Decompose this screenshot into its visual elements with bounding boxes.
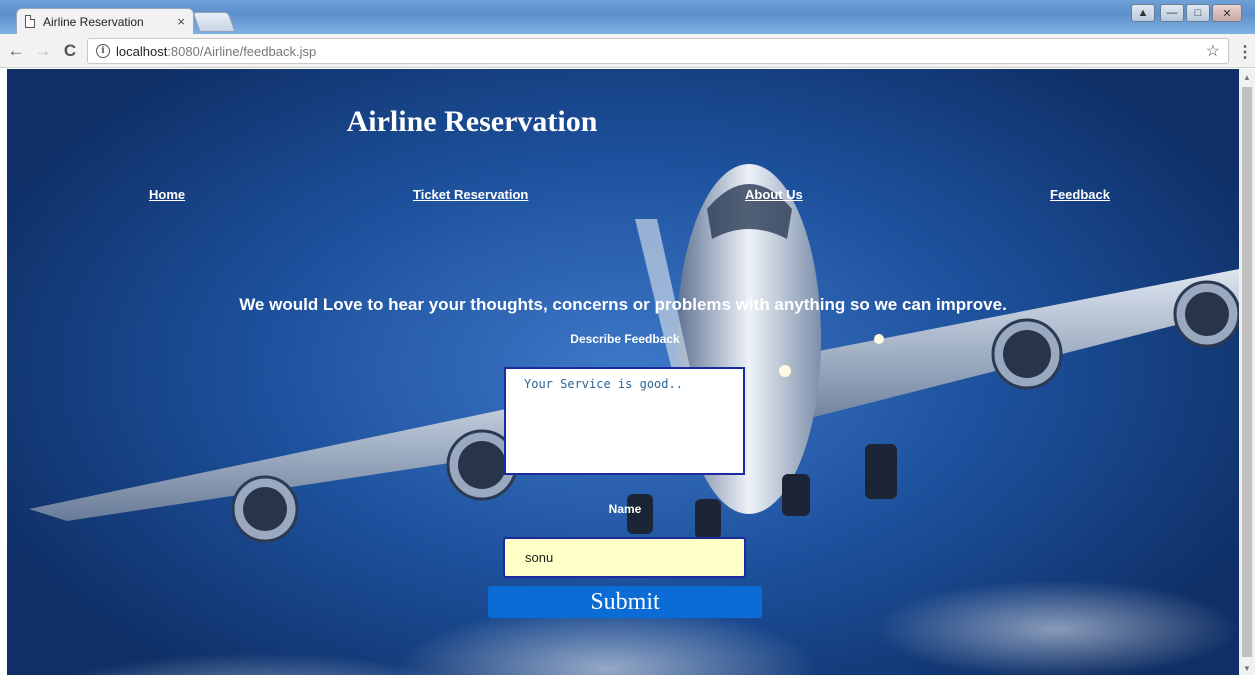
site-title: Airline Reservation bbox=[346, 105, 598, 138]
minimize-icon[interactable]: — bbox=[1160, 4, 1184, 22]
address-bar[interactable]: i localhost:8080/Airline/feedback.jsp ☆ bbox=[87, 38, 1229, 64]
new-tab-button[interactable] bbox=[192, 12, 236, 32]
nav-home-link[interactable]: Home bbox=[149, 187, 185, 202]
tab-close-icon[interactable]: × bbox=[177, 14, 185, 29]
bookmark-star-icon[interactable]: ☆ bbox=[1206, 41, 1220, 61]
browser-toolbar: ← → C i localhost:8080/Airline/feedback.… bbox=[0, 34, 1255, 68]
browser-titlebar: Airline Reservation × ▲ — □ ✕ bbox=[0, 0, 1255, 34]
back-icon[interactable]: ← bbox=[5, 41, 27, 61]
page-scrollbar[interactable]: ▲ ▼ bbox=[1239, 69, 1255, 675]
tab-title: Airline Reservation bbox=[43, 14, 144, 29]
name-input[interactable] bbox=[503, 537, 746, 578]
intro-text: We would Love to hear your thoughts, con… bbox=[239, 295, 1007, 314]
page-icon bbox=[25, 15, 35, 28]
close-window-icon[interactable]: ✕ bbox=[1212, 4, 1242, 22]
browser-menu-icon[interactable]: ⋮ bbox=[1237, 42, 1253, 62]
feedback-label: Describe Feedback bbox=[570, 332, 680, 346]
browser-tab[interactable]: Airline Reservation × bbox=[16, 8, 194, 34]
feedback-textarea[interactable]: Your Service is good.. bbox=[504, 367, 745, 475]
nav-ticket-reservation-link[interactable]: Ticket Reservation bbox=[413, 187, 528, 202]
nav-feedback-link[interactable]: Feedback bbox=[1050, 187, 1110, 202]
info-icon[interactable]: i bbox=[96, 44, 110, 58]
url-path: :8080/Airline/feedback.jsp bbox=[167, 43, 317, 59]
maximize-icon[interactable]: □ bbox=[1186, 4, 1210, 22]
scrollbar-thumb[interactable] bbox=[1242, 87, 1252, 657]
user-icon[interactable]: ▲ bbox=[1131, 4, 1155, 22]
nav-about-us-link[interactable]: About Us bbox=[745, 187, 803, 202]
window-buttons: — □ ✕ bbox=[1160, 4, 1242, 22]
name-label: Name bbox=[608, 502, 642, 516]
window-controls: ▲ bbox=[1131, 4, 1155, 22]
submit-button[interactable]: Submit bbox=[488, 586, 762, 618]
page-viewport: Airline Reservation Home Ticket Reservat… bbox=[7, 69, 1239, 675]
forward-icon[interactable]: → bbox=[32, 41, 54, 61]
scroll-up-icon[interactable]: ▲ bbox=[1243, 73, 1251, 82]
reload-icon[interactable]: C bbox=[59, 41, 81, 61]
url-host: localhost bbox=[116, 43, 168, 59]
scroll-down-icon[interactable]: ▼ bbox=[1243, 664, 1251, 673]
